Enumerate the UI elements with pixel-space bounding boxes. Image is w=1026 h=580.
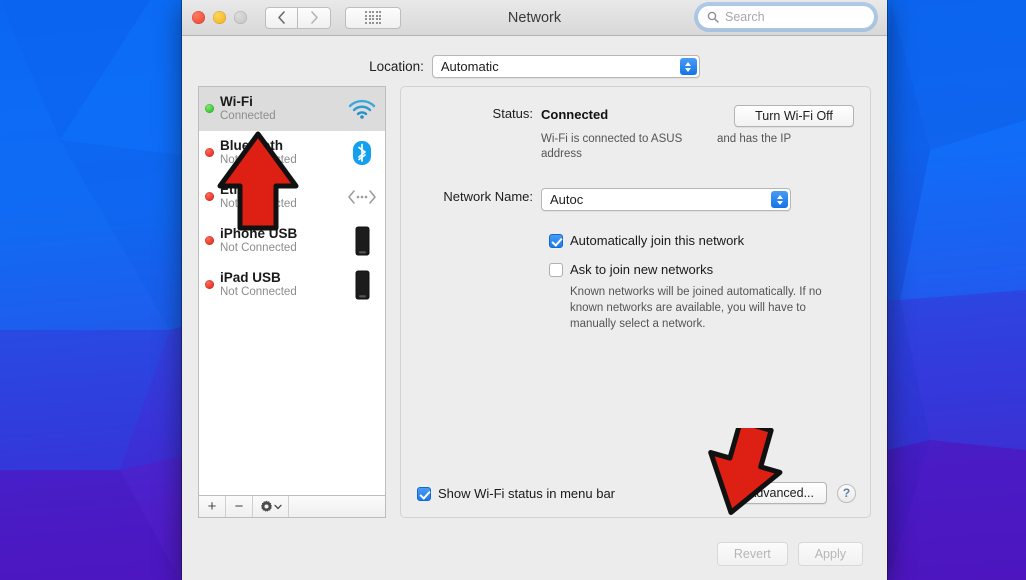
chevron-updown-icon [771, 191, 788, 209]
location-value: Automatic [440, 59, 499, 74]
status-description: Wi-Fi is connected to ASUS and has the I… [541, 132, 854, 147]
search-container [697, 5, 875, 29]
service-row-ethernet[interactable]: Ethernet Not Connected [199, 175, 385, 219]
network-name-popup-button[interactable]: Autoc [541, 188, 791, 212]
service-text: iPhone USB Not Connected [220, 226, 341, 255]
service-text: iPad USB Not Connected [220, 270, 341, 299]
service-name: Wi-Fi [220, 93, 253, 109]
pane-bottom-bar: Show Wi-Fi status in menu bar Advanced..… [417, 482, 856, 504]
status-line: Connected Turn Wi-Fi Off [541, 105, 854, 127]
search-input[interactable] [725, 10, 855, 24]
close-button[interactable] [192, 11, 205, 24]
services-sidebar: Wi-Fi Connected Bluetooth Not Connected … [198, 86, 386, 518]
ask-to-join-checkbox[interactable] [549, 263, 563, 278]
status-description-right: and has the IP [717, 133, 792, 145]
help-button[interactable]: ? [837, 483, 856, 503]
status-row: Status: Connected Turn Wi-Fi Off Wi-Fi i… [401, 105, 854, 162]
status-dot-connected [205, 104, 214, 113]
pane-actions: Advanced... ? [735, 482, 856, 504]
status-value: Connected [541, 107, 609, 122]
minimize-button[interactable] [213, 11, 226, 24]
back-chevron-icon [278, 11, 285, 24]
network-services-list[interactable]: Wi-Fi Connected Bluetooth Not Connected … [198, 86, 386, 495]
ipad-icon [347, 270, 377, 300]
turn-wifi-off-button[interactable]: Turn Wi-Fi Off [734, 105, 854, 127]
service-row-wifi[interactable]: Wi-Fi Connected [199, 87, 385, 131]
service-name: Bluetooth [220, 137, 283, 153]
iphone-icon [347, 226, 377, 256]
show-status-menubar-row[interactable]: Show Wi-Fi status in menu bar [417, 486, 615, 501]
auto-join-label: Automatically join this network [570, 233, 745, 249]
service-name: iPad USB [220, 269, 281, 285]
add-service-button[interactable]: + [199, 496, 226, 517]
location-popup-button[interactable]: Automatic [431, 55, 700, 78]
apply-button[interactable]: Apply [797, 542, 863, 566]
traffic-lights [192, 11, 247, 24]
network-name-label: Network Name: [443, 189, 533, 205]
window-footer: Revert Apply [182, 528, 887, 580]
status-label: Status: [492, 106, 533, 121]
show-status-menubar-checkbox[interactable] [417, 486, 431, 501]
auto-join-row[interactable]: Automatically join this network [549, 233, 854, 249]
back-button[interactable] [265, 6, 298, 29]
service-text: Wi-Fi Connected [220, 94, 341, 123]
location-label: Location: [369, 59, 424, 74]
service-text: Bluetooth Not Connected [220, 138, 341, 167]
service-row-bluetooth[interactable]: Bluetooth Not Connected [199, 131, 385, 175]
status-value-area: Connected Turn Wi-Fi Off Wi-Fi is connec… [541, 105, 854, 162]
status-description-left: Wi-Fi is connected to ASUS [541, 133, 683, 145]
window-titlebar: Network [182, 0, 887, 36]
gear-icon [260, 500, 272, 512]
status-description-tail: address [541, 148, 582, 161]
service-row-ipad-usb[interactable]: iPad USB Not Connected [199, 263, 385, 307]
remove-service-button[interactable]: − [226, 496, 253, 517]
service-status: Not Connected [220, 197, 297, 210]
chevron-updown-icon [679, 58, 697, 75]
auto-join-checkbox[interactable] [549, 234, 563, 249]
preferences-body: Wi-Fi Connected Bluetooth Not Connected … [182, 86, 887, 518]
status-dot-disconnected [205, 236, 214, 245]
service-row-iphone-usb[interactable]: iPhone USB Not Connected [199, 219, 385, 263]
forward-chevron-icon [310, 11, 318, 24]
network-preferences-window: Network Location: Automatic [182, 0, 887, 580]
ask-to-join-label: Ask to join new networks [570, 262, 714, 278]
service-text: Ethernet Not Connected [220, 182, 341, 211]
service-status: Not Connected [220, 153, 297, 166]
location-row: Location: Automatic [182, 36, 887, 86]
grid-icon [365, 11, 381, 24]
revert-button[interactable]: Revert [716, 542, 788, 566]
advanced-button[interactable]: Advanced... [735, 482, 827, 504]
ethernet-icon [347, 189, 377, 205]
navigation-buttons [265, 6, 331, 29]
search-field[interactable] [697, 5, 875, 29]
service-actions-button[interactable] [253, 496, 289, 517]
wifi-icon [347, 99, 377, 119]
network-name-value: Autoc [550, 192, 584, 208]
show-status-menubar-label: Show Wi-Fi status in menu bar [438, 485, 616, 501]
service-status: Not Connected [220, 285, 297, 298]
chevron-down-icon [273, 504, 282, 509]
known-networks-hint: Known networks will be joined automatica… [570, 286, 822, 330]
search-icon [707, 11, 719, 23]
status-dot-disconnected [205, 280, 214, 289]
status-dot-disconnected [205, 192, 214, 201]
network-name-value-area: Autoc [541, 188, 854, 212]
wifi-details-pane: Status: Connected Turn Wi-Fi Off Wi-Fi i… [400, 86, 871, 518]
zoom-button [234, 11, 247, 24]
forward-button[interactable] [298, 6, 331, 29]
service-status: Connected [220, 109, 276, 122]
ask-to-join-row[interactable]: Ask to join new networks [549, 262, 854, 278]
services-toolbar: + − [198, 495, 386, 518]
service-name: iPhone USB [220, 225, 298, 241]
service-name: Ethernet [220, 181, 275, 197]
network-name-row: Network Name: Autoc [401, 188, 854, 212]
bluetooth-icon [347, 140, 377, 166]
show-all-button[interactable] [345, 6, 401, 29]
status-dot-disconnected [205, 148, 214, 157]
service-status: Not Connected [220, 241, 297, 254]
